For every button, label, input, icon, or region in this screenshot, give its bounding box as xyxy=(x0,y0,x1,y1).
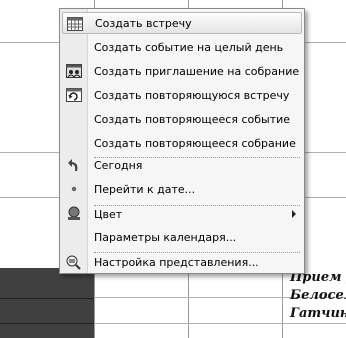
color-icon xyxy=(65,205,83,223)
menu-item-new-meeting-request[interactable]: Создать приглашение на собрание xyxy=(62,60,302,82)
selected-time-slot[interactable] xyxy=(0,268,94,338)
menu-item-calendar-options[interactable]: Параметры календаря... xyxy=(62,226,302,248)
menu-item-new-recurring-meeting[interactable]: Создать повторяющееся собрание xyxy=(62,132,302,154)
menu-item-new-appointment[interactable]: Создать встречу xyxy=(62,12,302,34)
menu-item-go-to-date[interactable]: Перейти к дате... xyxy=(62,178,302,200)
menu-item-label: Создать встречу xyxy=(95,16,192,30)
menu-item-new-recurring-event[interactable]: Создать повторяющееся событие xyxy=(62,108,302,130)
submenu-arrow-icon xyxy=(292,210,296,218)
menu-item-today[interactable]: Сегодня xyxy=(62,154,302,176)
menu-item-new-recurring-appointment[interactable]: Создать повторяющуюся встречу xyxy=(62,84,302,106)
meeting-invite-icon xyxy=(65,62,83,80)
appointment-text-line[interactable]: Гатчина xyxy=(290,306,346,321)
menu-item-label: Создать повторяющуюся встречу xyxy=(94,88,290,102)
menu-item-label: Сегодня xyxy=(94,158,143,172)
recurring-appointment-icon xyxy=(65,86,83,104)
calendar-context-menu: Создать встречу Создать событие на целый… xyxy=(59,8,305,274)
today-arrow-icon xyxy=(65,156,83,174)
customize-view-icon xyxy=(65,253,83,271)
slot-divider xyxy=(0,323,94,324)
menu-item-label: Создать событие на целый день xyxy=(94,40,284,54)
menu-item-label: Создать повторяющееся событие xyxy=(94,112,291,126)
menu-item-label: Параметры календаря... xyxy=(94,230,237,244)
menu-item-new-all-day-event[interactable]: Создать событие на целый день xyxy=(62,36,302,58)
menu-item-label: Создать повторяющееся собрание xyxy=(94,136,296,150)
menu-item-label: Настройка представления... xyxy=(94,255,259,269)
menu-item-label: Цвет xyxy=(94,207,123,221)
menu-item-label: Перейти к дате... xyxy=(94,182,196,196)
slot-divider xyxy=(0,298,94,299)
menu-item-color[interactable]: Цвет xyxy=(62,203,302,225)
appointment-text-line[interactable]: Белосел xyxy=(290,288,346,303)
bullet-dot-icon xyxy=(65,180,83,198)
menu-item-label: Создать приглашение на собрание xyxy=(94,64,300,78)
menu-item-customize-view[interactable]: Настройка представления... xyxy=(62,251,302,273)
calendar-grid-icon xyxy=(66,15,84,33)
